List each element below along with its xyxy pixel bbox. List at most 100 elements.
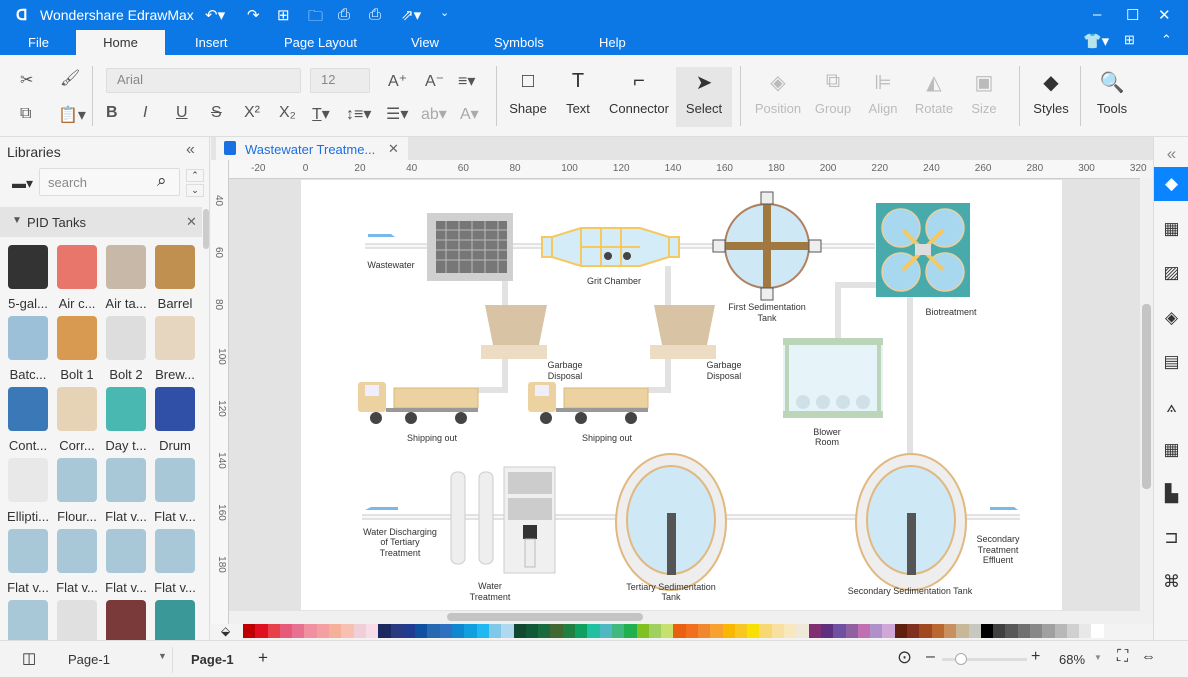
- menu-symbols[interactable]: Symbols: [494, 35, 544, 50]
- library-item[interactable]: Air c...: [53, 245, 101, 311]
- color-swatch[interactable]: [292, 624, 305, 638]
- color-swatch[interactable]: [513, 624, 526, 638]
- color-swatch[interactable]: [980, 624, 994, 638]
- close-category-icon[interactable]: ✕: [186, 214, 197, 230]
- library-item[interactable]: Flat v...: [53, 529, 101, 595]
- color-swatch[interactable]: [452, 624, 465, 638]
- page-icon[interactable]: ▤: [1154, 345, 1188, 379]
- network-icon[interactable]: ⌘: [1154, 565, 1188, 599]
- library-item[interactable]: Barrel: [151, 245, 199, 311]
- library-item[interactable]: Bolt 2: [102, 316, 150, 382]
- maximize-button[interactable]: ☐: [1126, 6, 1139, 24]
- color-swatch[interactable]: [636, 624, 649, 638]
- color-swatch[interactable]: [488, 624, 502, 638]
- redo-icon[interactable]: ↷: [247, 6, 260, 24]
- color-swatch[interactable]: [279, 624, 293, 638]
- text-style-icon[interactable]: T̲▾: [312, 104, 330, 124]
- size-button[interactable]: ▣ Size: [956, 70, 1012, 116]
- chevron-down-icon[interactable]: ▼: [1094, 653, 1102, 662]
- zoom-slider-thumb[interactable]: [954, 653, 967, 665]
- color-swatch[interactable]: [390, 624, 403, 638]
- color-swatch[interactable]: [1054, 624, 1067, 638]
- undo-icon[interactable]: ↶▾: [205, 6, 225, 24]
- export-icon[interactable]: ⇗▾: [401, 6, 421, 24]
- color-swatch[interactable]: [784, 624, 797, 638]
- copy-icon[interactable]: ⧉: [20, 105, 31, 123]
- group-button[interactable]: ⧉ Group: [805, 70, 861, 116]
- chart-icon[interactable]: ⟑: [1154, 390, 1188, 424]
- color-swatch[interactable]: [661, 624, 674, 638]
- zoom-slider[interactable]: [942, 653, 1027, 665]
- color-swatch[interactable]: [464, 624, 477, 638]
- color-swatch[interactable]: [697, 624, 711, 638]
- menu-page-layout[interactable]: Page Layout: [284, 35, 357, 50]
- color-swatch[interactable]: [341, 624, 354, 638]
- subscript-icon[interactable]: X₂: [279, 104, 296, 122]
- library-item[interactable]: Brew...: [151, 316, 199, 382]
- color-swatch[interactable]: [833, 624, 846, 638]
- color-swatch[interactable]: [243, 624, 256, 638]
- page-select[interactable]: Page-1: [68, 652, 110, 667]
- color-swatch[interactable]: [353, 624, 366, 638]
- color-swatch[interactable]: [919, 624, 932, 638]
- color-swatch[interactable]: [857, 624, 871, 638]
- color-swatch[interactable]: [378, 624, 391, 638]
- new-icon[interactable]: ⊞: [277, 6, 290, 24]
- fill-icon[interactable]: ⬙: [221, 624, 230, 638]
- scroll-thumb[interactable]: [1142, 304, 1151, 489]
- color-swatch[interactable]: [575, 624, 588, 638]
- color-swatch[interactable]: [943, 624, 957, 638]
- apps-icon[interactable]: ⊞: [1124, 32, 1135, 48]
- format-painter-icon[interactable]: 🖌: [60, 68, 80, 88]
- close-button[interactable]: ✕: [1158, 6, 1171, 24]
- chevron-down-icon[interactable]: ▼: [158, 651, 167, 661]
- color-swatch[interactable]: [316, 624, 330, 638]
- position-button[interactable]: ◈ Position: [750, 70, 806, 116]
- library-item[interactable]: Flat v...: [151, 458, 199, 524]
- color-swatch[interactable]: [648, 624, 662, 638]
- bold-icon[interactable]: B: [106, 104, 118, 122]
- expand-sidebar-icon[interactable]: «: [1154, 137, 1188, 171]
- add-page-icon[interactable]: +: [258, 648, 268, 668]
- color-swatch[interactable]: [734, 624, 748, 638]
- menu-insert[interactable]: Insert: [195, 35, 228, 50]
- zoom-level[interactable]: 68%: [1059, 652, 1085, 667]
- library-item[interactable]: Flat v...: [4, 529, 52, 595]
- zoom-out-icon[interactable]: –: [926, 648, 935, 666]
- color-swatch[interactable]: [1042, 624, 1055, 638]
- library-item[interactable]: Day t...: [102, 387, 150, 453]
- customize-icon[interactable]: ⌄: [440, 6, 449, 19]
- connector-button[interactable]: ⌐ Connector: [606, 70, 672, 116]
- library-menu-icon[interactable]: ▬▾: [12, 175, 33, 192]
- print-icon[interactable]: ⎙: [369, 6, 381, 23]
- rotate-button[interactable]: ◭ Rotate: [906, 70, 962, 116]
- shape-button[interactable]: □ Shape: [500, 70, 556, 116]
- align-button[interactable]: ⊫ Align: [855, 70, 911, 116]
- select-button[interactable]: ➤ Select: [676, 67, 732, 127]
- color-swatch[interactable]: [538, 624, 551, 638]
- collapse-panel-icon[interactable]: «: [186, 141, 195, 159]
- open-folder-icon[interactable]: 🗀: [308, 6, 323, 31]
- color-swatch[interactable]: [870, 624, 883, 638]
- color-swatch[interactable]: [759, 624, 772, 638]
- color-swatch[interactable]: [771, 624, 785, 638]
- horizontal-scrollbar[interactable]: [229, 611, 1140, 624]
- color-swatch[interactable]: [1030, 624, 1043, 638]
- library-item[interactable]: Ellipti...: [4, 458, 52, 524]
- italic-icon[interactable]: I: [143, 104, 147, 122]
- increase-font-icon[interactable]: A⁺: [388, 71, 407, 91]
- styles-button[interactable]: ◆ Styles: [1023, 70, 1079, 116]
- menu-home[interactable]: Home: [76, 30, 165, 55]
- font-color-icon[interactable]: A▾: [460, 104, 479, 124]
- color-swatch[interactable]: [624, 624, 637, 638]
- library-item[interactable]: Flour...: [53, 458, 101, 524]
- category-pid-tanks[interactable]: ▼ PID Tanks ✕: [0, 207, 202, 237]
- color-swatch[interactable]: [1017, 624, 1030, 638]
- scroll-down-button[interactable]: ⌄: [186, 184, 204, 197]
- drawing-page[interactable]: Wastewater Grit Chamber First Sedimentat…: [301, 180, 1062, 610]
- library-scrollbar[interactable]: [203, 209, 209, 249]
- library-item[interactable]: Flat v...: [151, 529, 199, 595]
- color-swatch[interactable]: [1091, 624, 1104, 638]
- decrease-font-icon[interactable]: A⁻: [425, 71, 444, 91]
- library-item[interactable]: 5-gal...: [4, 245, 52, 311]
